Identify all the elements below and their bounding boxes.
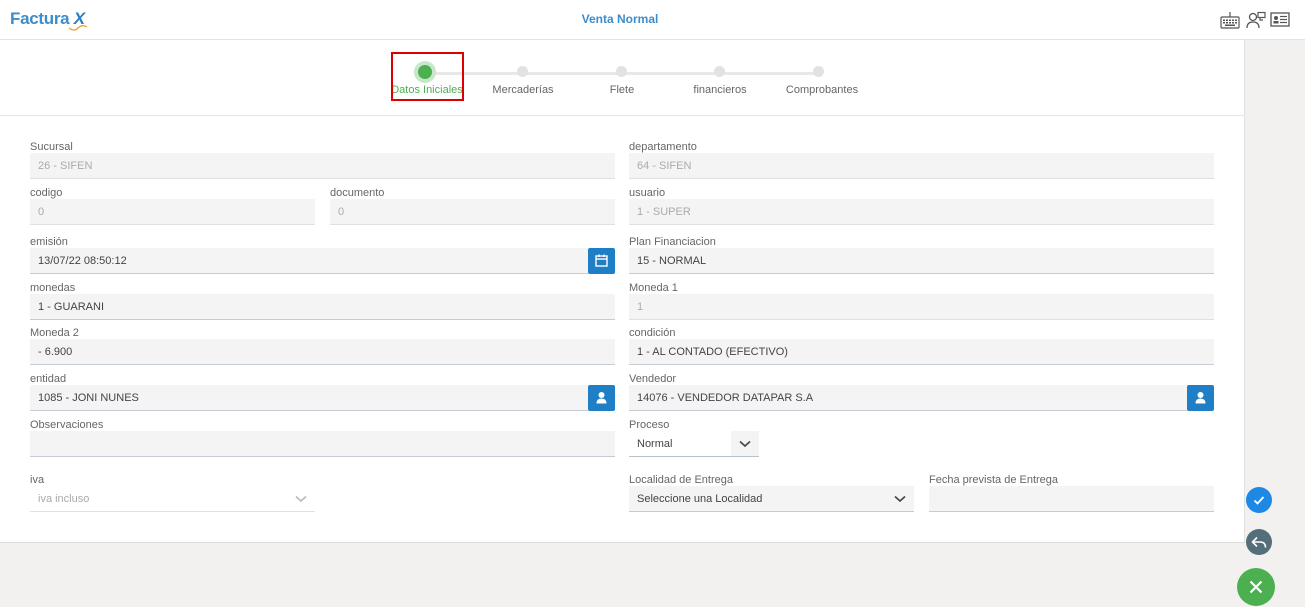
codigo-field[interactable]: 0	[30, 199, 315, 225]
check-icon	[1253, 496, 1265, 505]
sucursal-label: Sucursal	[30, 141, 73, 153]
step-dot	[517, 66, 528, 77]
localidad-dropdown-toggle[interactable]	[886, 486, 914, 512]
top-bar: Factura X Venta Normal	[0, 0, 1305, 40]
entidad-field[interactable]: 1085 - JONI NUNES	[30, 385, 588, 411]
proceso-select[interactable]: Normal	[629, 431, 731, 457]
vendedor-field[interactable]: 14076 - VENDEDOR DATAPAR S.A	[629, 385, 1187, 411]
condicion-label: condición	[629, 327, 676, 339]
close-button[interactable]	[1237, 568, 1275, 606]
wizard-stepper: Datos Iniciales Mercaderías Flete financ…	[0, 40, 1245, 116]
step-label: financieros	[693, 84, 747, 96]
vendedor-search-button[interactable]	[1187, 385, 1214, 411]
keyboard-icon[interactable]	[1220, 11, 1240, 29]
id-card-icon[interactable]	[1270, 11, 1290, 29]
step-dot	[616, 66, 627, 77]
step-dot	[813, 66, 824, 77]
users-icon[interactable]	[1246, 11, 1266, 29]
documento-field[interactable]: 0	[330, 199, 615, 225]
chevron-down-icon	[894, 495, 906, 503]
sucursal-field[interactable]: 26 - SIFEN	[30, 153, 615, 179]
departamento-label: departamento	[629, 141, 697, 153]
proceso-dropdown-toggle[interactable]	[731, 431, 759, 457]
entidad-label: entidad	[30, 373, 67, 385]
confirm-button[interactable]	[1246, 487, 1272, 513]
vendedor-label: Vendedor	[629, 373, 677, 385]
iva-label: iva	[30, 474, 45, 486]
chevron-down-icon	[295, 495, 307, 503]
usuario-label: usuario	[629, 187, 666, 199]
departamento-field[interactable]: 64 - SIFEN	[629, 153, 1214, 179]
plan-label: Plan Financiacion	[629, 236, 716, 248]
emision-label: emisión	[30, 236, 68, 248]
user-icon	[1195, 392, 1206, 404]
reply-icon	[1251, 536, 1267, 548]
codigo-label: codigo	[30, 187, 63, 199]
step-label: Comprobantes	[785, 84, 859, 96]
monedas-field[interactable]: 1 - GUARANI	[30, 294, 615, 320]
proceso-label: Proceso	[629, 419, 670, 431]
moneda1-label: Moneda 1	[629, 282, 678, 294]
back-button[interactable]	[1246, 529, 1272, 555]
localidad-select[interactable]: Seleccione una Localidad	[629, 486, 886, 512]
page-title: Venta Normal	[581, 12, 659, 26]
step-dot	[714, 66, 725, 77]
step-label: Mercaderías	[492, 84, 554, 96]
close-icon	[1249, 580, 1263, 594]
step-label: Flete	[609, 84, 635, 96]
usuario-field[interactable]: 1 - SUPER	[629, 199, 1214, 225]
calendar-icon	[595, 254, 608, 267]
observaciones-label: Observaciones	[30, 419, 104, 431]
chevron-down-icon	[739, 440, 751, 448]
moneda2-label: Moneda 2	[30, 327, 79, 339]
calendar-button[interactable]	[588, 248, 615, 274]
observaciones-field[interactable]	[30, 431, 615, 457]
active-step-highlight	[391, 52, 464, 101]
localidad-label: Localidad de Entrega	[629, 474, 733, 486]
plan-field[interactable]: 15 - NORMAL	[629, 248, 1214, 274]
main-panel: Datos Iniciales Mercaderías Flete financ…	[0, 40, 1245, 543]
emision-field[interactable]: 13/07/22 08:50:12	[30, 248, 588, 274]
user-icon	[596, 392, 607, 404]
entidad-search-button[interactable]	[588, 385, 615, 411]
iva-select[interactable]: iva incluso	[30, 486, 287, 512]
moneda2-field[interactable]: - 6.900	[30, 339, 615, 365]
fecha-prevista-field[interactable]	[929, 486, 1214, 512]
monedas-label: monedas	[30, 282, 76, 294]
condicion-field[interactable]: 1 - AL CONTADO (EFECTIVO)	[629, 339, 1214, 365]
moneda1-field[interactable]: 1	[629, 294, 1214, 320]
fecha-prevista-label: Fecha prevista de Entrega	[929, 474, 1059, 486]
iva-dropdown-toggle[interactable]	[287, 486, 315, 512]
documento-label: documento	[330, 187, 385, 199]
